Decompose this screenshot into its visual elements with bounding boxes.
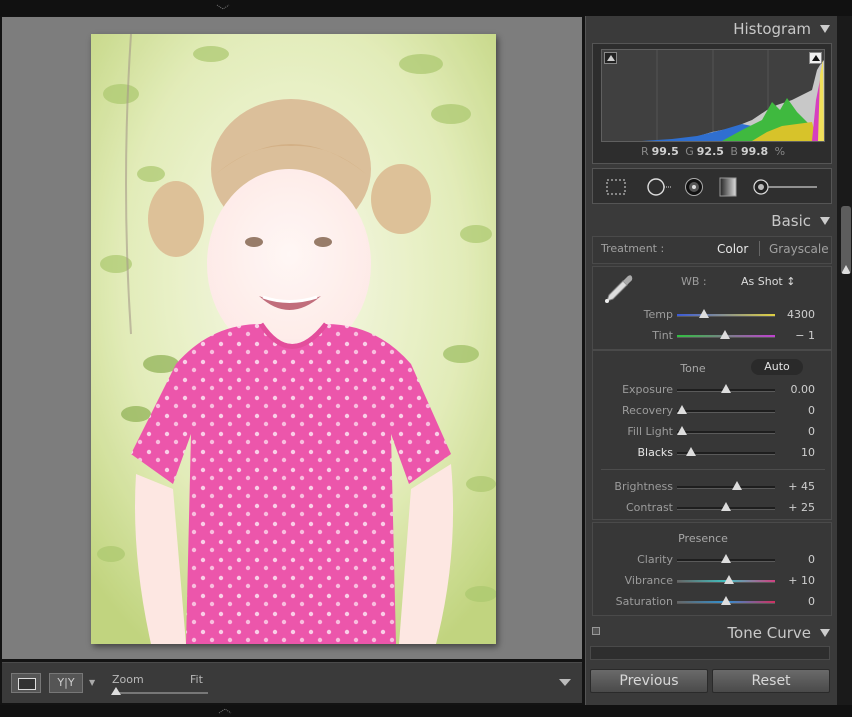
wb-preset-select[interactable]: As Shot ↕	[741, 275, 795, 288]
basic-header[interactable]: Basic	[586, 209, 837, 233]
white-balance-dropper-icon[interactable]	[601, 271, 635, 305]
loupe-view-button[interactable]	[11, 673, 41, 693]
previous-button[interactable]: Previous	[590, 669, 708, 693]
scrollbar-thumb[interactable]	[841, 206, 851, 274]
temp-label: Temp	[643, 308, 673, 321]
top-panel-bar	[0, 0, 852, 16]
brightness-value[interactable]: + 45	[775, 480, 815, 493]
temp-slider-thumb[interactable]	[699, 309, 709, 318]
temp-slider[interactable]	[677, 314, 775, 317]
fill-light-value[interactable]: 0	[775, 425, 815, 438]
brightness-slider[interactable]	[677, 486, 775, 489]
exposure-value[interactable]: 0.00	[775, 383, 816, 396]
recovery-value[interactable]: 0	[775, 404, 815, 417]
recovery-label: Recovery	[621, 404, 673, 417]
spot-removal-icon[interactable]	[645, 177, 675, 197]
bottom-toolbar: Y|Y ▼ Zoom Fit	[2, 662, 582, 703]
recovery-slider[interactable]	[677, 410, 775, 413]
white-balance-section: WB : As Shot ↕ Temp 4300 Tint − 1	[592, 266, 832, 350]
contrast-slider-thumb[interactable]	[721, 502, 731, 511]
basic-title: Basic	[771, 212, 811, 230]
tint-value[interactable]: − 1	[775, 329, 815, 342]
graduated-filter-icon[interactable]	[717, 177, 739, 197]
tint-slider-thumb[interactable]	[720, 330, 731, 339]
fill-light-label: Fill Light	[627, 425, 673, 438]
main-view: Y|Y ▼ Zoom Fit	[0, 16, 585, 705]
vibrance-value[interactable]: + 10	[775, 574, 815, 587]
blacks-label: Blacks	[637, 446, 674, 459]
histogram-header[interactable]: Histogram	[586, 17, 837, 41]
tone-divider	[601, 469, 825, 470]
photo-preview[interactable]	[91, 34, 496, 644]
tone-curve-panel-preview	[590, 646, 830, 660]
tone-section: Tone Auto Exposure 0.00 Recovery 0 Fill …	[592, 350, 832, 520]
wb-label: WB :	[681, 275, 707, 288]
clarity-value[interactable]: 0	[775, 553, 815, 566]
brightness-slider-thumb[interactable]	[732, 481, 743, 490]
auto-tone-button[interactable]: Auto	[751, 359, 803, 375]
treatment-row: Treatment : Color Grayscale	[592, 236, 832, 264]
histogram-panel: R 99.5 G 92.5 B 99.8 %	[592, 43, 832, 164]
top-panel-toggle-icon[interactable]	[216, 4, 230, 10]
tone-curve-title: Tone Curve	[727, 624, 811, 642]
recovery-slider-thumb[interactable]	[677, 405, 687, 414]
saturation-label: Saturation	[615, 595, 673, 608]
bottom-panel-bar	[0, 705, 852, 717]
develop-right-panel: Histogram R 99.5 G 92.5 B 99.8 % Basic T…	[585, 16, 837, 705]
reset-button[interactable]: Reset	[712, 669, 830, 693]
clarity-label: Clarity	[637, 553, 673, 566]
loupe-canvas	[2, 17, 582, 659]
shadow-clipping-icon[interactable]	[604, 52, 617, 64]
treatment-label: Treatment :	[601, 242, 665, 255]
crop-overlay-icon[interactable]	[605, 177, 627, 197]
tint-label: Tint	[652, 329, 673, 342]
collapse-triangle-icon[interactable]	[820, 629, 830, 637]
clarity-slider-thumb[interactable]	[721, 554, 731, 563]
blacks-value[interactable]: 10	[775, 446, 815, 459]
tone-curve-header[interactable]: Tone Curve	[586, 621, 837, 645]
right-panel-scrollbar[interactable]	[837, 16, 852, 705]
histogram-graph[interactable]	[601, 49, 825, 142]
treatment-color-option[interactable]: Color	[717, 242, 748, 256]
red-eye-icon[interactable]	[683, 177, 705, 197]
temp-value[interactable]: 4300	[775, 308, 815, 321]
saturation-value[interactable]: 0	[775, 595, 815, 608]
vibrance-label: Vibrance	[624, 574, 673, 587]
brightness-label: Brightness	[614, 480, 673, 493]
zoom-slider[interactable]	[113, 692, 208, 694]
fill-light-slider[interactable]	[677, 431, 775, 434]
fill-light-slider-thumb[interactable]	[677, 426, 687, 435]
bottom-panel-toggle-icon[interactable]	[218, 708, 232, 714]
zoom-fit-label: Fit	[190, 673, 203, 686]
highlight-clipping-icon[interactable]	[809, 52, 822, 64]
zoom-label: Zoom	[112, 673, 144, 686]
histogram-title: Histogram	[733, 20, 811, 38]
collapse-triangle-icon[interactable]	[820, 217, 830, 225]
exposure-label: Exposure	[622, 383, 673, 396]
contrast-label: Contrast	[625, 501, 673, 514]
toolbar-menu-icon[interactable]	[559, 679, 571, 686]
tool-strip	[592, 168, 832, 204]
histogram-readout: R 99.5 G 92.5 B 99.8 %	[640, 145, 786, 158]
treatment-divider	[759, 241, 760, 256]
adjustment-brush-icon[interactable]	[751, 177, 821, 197]
treatment-grayscale-option[interactable]: Grayscale	[769, 242, 829, 256]
presence-section: Presence Clarity 0 Vibrance + 10 Saturat…	[592, 522, 832, 616]
before-after-dropdown-icon[interactable]: ▼	[89, 678, 95, 687]
vibrance-slider-thumb[interactable]	[723, 575, 734, 584]
collapse-triangle-icon[interactable]	[820, 25, 830, 33]
zoom-slider-thumb[interactable]	[111, 687, 121, 695]
saturation-slider-thumb[interactable]	[721, 596, 731, 605]
blacks-slider-thumb[interactable]	[685, 447, 696, 456]
contrast-value[interactable]: + 25	[775, 501, 815, 514]
before-after-button[interactable]: Y|Y	[49, 673, 83, 693]
exposure-slider-thumb[interactable]	[721, 384, 731, 393]
presence-label: Presence	[678, 532, 728, 545]
